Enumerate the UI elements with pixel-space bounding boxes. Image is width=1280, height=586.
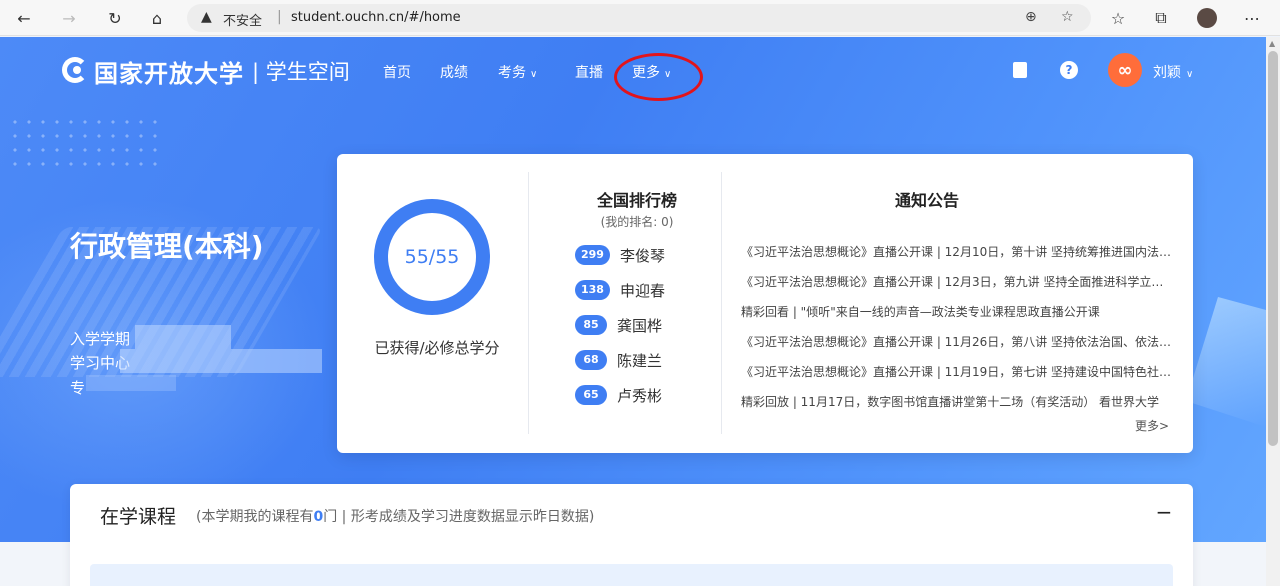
divider <box>721 172 722 434</box>
ranking-row: 85 龚国桦 <box>575 314 662 336</box>
rank-name: 李俊琴 <box>619 246 665 265</box>
forward-icon[interactable]: → <box>57 6 81 30</box>
rank-score-badge: 85 <box>575 315 607 335</box>
book-icon[interactable] <box>1013 62 1027 78</box>
ranking-title: 全国排行榜 <box>596 191 677 210</box>
rank-name: 龚国桦 <box>617 316 663 335</box>
page-scrollbar[interactable]: ▲ <box>1266 37 1280 586</box>
ranking-row: 138 申迎春 <box>575 279 665 301</box>
logo-subtitle: | 学生空间 <box>252 60 350 84</box>
address-bar[interactable]: ▲ 不安全 | student.ouchn.cn/#/home ⊕ ☆ <box>187 4 1091 32</box>
ranking-row: 68 陈建兰 <box>575 349 662 371</box>
rank-name: 卢秀彬 <box>617 386 663 405</box>
notice-title: 通知公告 <box>894 191 959 210</box>
course-subtitle: (本学期我的课程有0门 | 形考成绩及学习进度数据显示昨日数据) <box>196 509 595 525</box>
rank-name: 陈建兰 <box>617 351 663 370</box>
ranking-row: 65 卢秀彬 <box>575 384 662 406</box>
collapse-button[interactable]: − <box>1156 500 1173 524</box>
rank-score-badge: 138 <box>575 280 610 300</box>
refresh-icon[interactable]: ↻ <box>103 6 127 30</box>
scroll-thumb[interactable] <box>1268 51 1278 446</box>
home-icon[interactable]: ⌂ <box>145 6 169 30</box>
notice-item[interactable]: 《习近平法治思想概论》直播公开课 | 11月19日，第七讲 坚持建设中国特色社会… <box>741 363 1173 380</box>
ranking-row: 299 李俊琴 <box>575 244 665 266</box>
course-title: 在学课程 <box>100 506 177 528</box>
annotation-circle <box>614 53 703 101</box>
chevron-down-icon: ∨ <box>1186 69 1194 80</box>
scroll-up-icon[interactable]: ▲ <box>1269 39 1275 48</box>
notice-item[interactable]: 精彩回放 | 11月17日，数字图书馆直播讲堂第十二场（有奖活动） 看世界大学 <box>741 393 1173 410</box>
notice-item[interactable]: 《习近平法治思想概论》直播公开课 | 11月26日，第八讲 坚持依法治国、依法执… <box>741 333 1173 350</box>
divider <box>528 172 529 434</box>
redacted-block <box>86 375 176 391</box>
notice-item[interactable]: 精彩回看 | "倾听"来自一线的声音—政法类专业课程思政直播公开课 <box>741 303 1173 320</box>
zoom-icon[interactable]: ⊕ <box>1025 9 1037 25</box>
collections-icon[interactable]: ⧉ <box>1149 6 1173 30</box>
course-count: 0 <box>313 509 324 525</box>
insecure-label: 不安全 <box>223 14 263 29</box>
major-title: 行政管理(本科) <box>70 230 264 263</box>
favorite-add-icon[interactable]: ☆ <box>1061 9 1074 25</box>
more-options-icon[interactable]: ⋯ <box>1240 6 1264 30</box>
summary-card: 55/55 已获得/必修总学分 全国排行榜 (我的排名: 0) 299 李俊琴 … <box>337 154 1193 453</box>
nav-exams[interactable]: 考务 ∨ <box>498 62 537 82</box>
major-label: 专 <box>70 379 86 397</box>
notice-item[interactable]: 《习近平法治思想概论》直播公开课 | 12月10日，第十讲 坚持统筹推进国内法治… <box>741 243 1173 260</box>
page-content: 国家开放大学 | 学生空间 首页 成绩 考务 ∨ 直播 更多 ∨ ? ∞ 刘颖 ∨ 行… <box>0 37 1266 586</box>
ranking-subtitle: (我的排名: 0) <box>600 215 674 229</box>
back-icon[interactable]: ← <box>12 6 36 30</box>
rank-name: 申迎春 <box>619 281 665 300</box>
dots-decoration <box>8 115 158 175</box>
logo-dot <box>73 66 81 74</box>
browser-toolbar: ← → ↻ ⌂ ▲ 不安全 | student.ouchn.cn/#/home … <box>0 0 1280 36</box>
avatar[interactable]: ∞ <box>1108 53 1142 87</box>
address-separator: | <box>277 9 282 25</box>
user-menu[interactable]: 刘颖 ∨ <box>1153 62 1193 82</box>
rank-score-badge: 299 <box>575 245 610 265</box>
course-notice-bar <box>90 564 1173 586</box>
nav-home[interactable]: 首页 <box>383 62 411 82</box>
help-icon[interactable]: ? <box>1060 61 1078 79</box>
chevron-down-icon: ∨ <box>530 69 538 80</box>
notice-more-link[interactable]: 更多> <box>1135 417 1169 434</box>
logo-text[interactable]: 国家开放大学 <box>94 54 244 89</box>
hero-banner: 国家开放大学 | 学生空间 首页 成绩 考务 ∨ 直播 更多 ∨ ? ∞ 刘颖 ∨ 行… <box>0 37 1266 542</box>
rank-score-badge: 68 <box>575 350 607 370</box>
redacted-block <box>120 349 322 373</box>
course-panel: 在学课程 (本学期我的课程有0门 | 形考成绩及学习进度数据显示昨日数据) − <box>70 484 1193 586</box>
credit-label: 已获得/必修总学分 <box>374 339 500 357</box>
redacted-block <box>135 325 231 349</box>
credit-value: 55/55 <box>404 246 460 268</box>
url-text[interactable]: student.ouchn.cn/#/home <box>291 10 461 25</box>
profile-icon[interactable] <box>1195 6 1219 30</box>
enroll-term-label: 入学学期 <box>70 330 131 348</box>
credit-ring: 55/55 <box>374 199 490 315</box>
nav-live[interactable]: 直播 <box>575 62 603 82</box>
crystal-decoration <box>1186 297 1266 427</box>
notice-item[interactable]: 《习近平法治思想概论》直播公开课 | 12月3日，第九讲 坚持全面推进科学立法、… <box>741 273 1173 290</box>
warning-icon: ▲ <box>201 9 212 25</box>
favorites-icon[interactable]: ☆ <box>1106 6 1130 30</box>
rank-score-badge: 65 <box>575 385 607 405</box>
nav-grades[interactable]: 成绩 <box>440 62 468 82</box>
